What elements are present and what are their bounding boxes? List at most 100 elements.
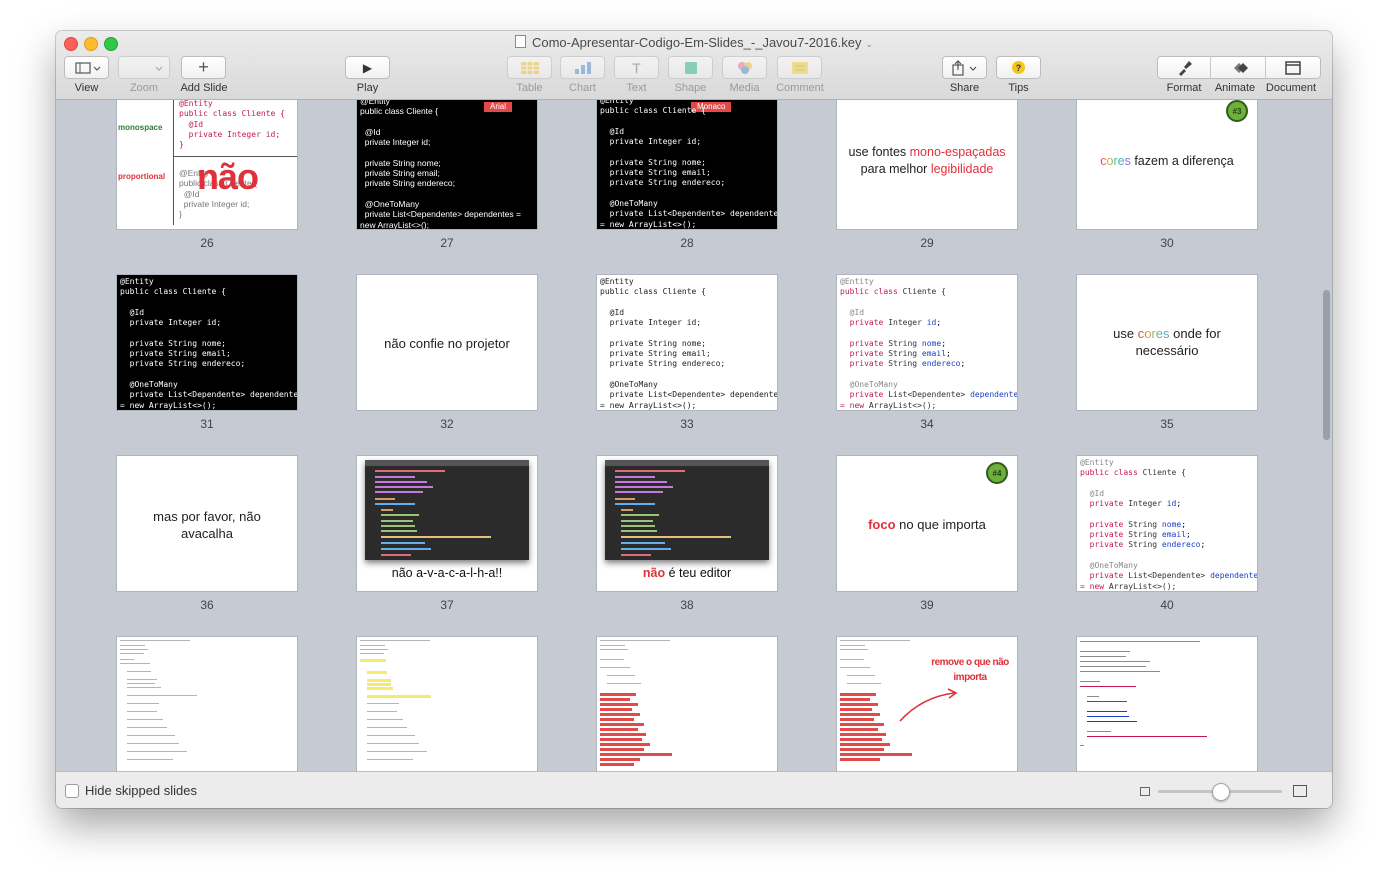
code-line (367, 751, 427, 752)
slide-code: @Entity public class Cliente { @Id priva… (840, 277, 1017, 410)
hide-skipped-checkbox[interactable] (65, 784, 79, 798)
highlighted-line (367, 683, 391, 686)
slide-thumbnail-44[interactable]: remove o que não importa (837, 637, 1017, 771)
window-title[interactable]: Como-Apresentar-Codigo-Em-Slides_-_Javou… (56, 35, 1332, 50)
code-line (621, 554, 651, 556)
slide-thumbnail-32[interactable]: não confie no projetor (357, 275, 537, 410)
code-line (621, 530, 657, 532)
shape-button[interactable] (668, 56, 713, 79)
code-line (615, 476, 655, 478)
slider-knob[interactable] (1212, 783, 1230, 801)
slide-thumbnail-39[interactable]: #4 foco no que importa (837, 456, 1017, 591)
editor-screenshot (605, 460, 769, 560)
share-icon (951, 59, 976, 76)
code-line (127, 683, 155, 684)
slide-thumbnail-34[interactable]: @Entity public class Cliente { @Id priva… (837, 275, 1017, 410)
slide-thumbnail-35[interactable]: use cores onde for necessário (1077, 275, 1257, 410)
code-line (381, 554, 411, 556)
code-line (127, 703, 159, 704)
scrollbar-thumb[interactable] (1323, 290, 1330, 440)
code-line (127, 671, 151, 672)
text-button[interactable]: T (614, 56, 659, 79)
large-thumbnail-icon (1293, 785, 1307, 797)
slide-thumbnail-43[interactable] (597, 637, 777, 771)
removed-line (840, 758, 880, 761)
code-line (367, 727, 407, 728)
document-button[interactable] (1275, 59, 1311, 76)
code-line (381, 509, 393, 511)
tips-button[interactable]: ? (996, 56, 1041, 79)
slide-thumbnail-31[interactable]: @Entity public class Cliente { @Id priva… (117, 275, 297, 410)
slide-thumbnail-36[interactable]: mas por favor, não avacalha (117, 456, 297, 591)
code-line (1080, 641, 1200, 642)
text-icon: T (632, 59, 641, 76)
table-button[interactable] (507, 56, 552, 79)
removed-line (600, 738, 642, 741)
light-table: monospace proportional @Entity public cl… (56, 100, 1318, 771)
code-line (600, 645, 625, 646)
add-slide-button[interactable]: + (181, 56, 226, 79)
slide-code: @Entity public class Cliente { @Id priva… (120, 277, 297, 410)
code-line (621, 548, 671, 550)
slide-number: 35 (1160, 417, 1174, 431)
slide-thumbnail-38[interactable]: não é teu editor (597, 456, 777, 591)
code-line (375, 476, 415, 478)
removed-line (600, 733, 646, 736)
slide-thumbnail-28[interactable]: Monaco @Entity public class Cliente { @I… (597, 100, 777, 229)
zoom-popup[interactable] (118, 56, 170, 79)
code-line (367, 759, 413, 760)
comment-button[interactable] (777, 56, 822, 79)
code-line (360, 640, 430, 641)
code-line (1080, 651, 1130, 652)
code-line (381, 520, 413, 522)
slide-thumbnail-27[interactable]: Arial @Entity public class Cliente { @Id… (357, 100, 537, 229)
code-line (600, 667, 630, 668)
code-line (367, 719, 403, 720)
slide-number: 40 (1160, 598, 1174, 612)
slide-thumbnail-42[interactable] (357, 637, 537, 771)
mono-code: @Entity public class Cliente { @Id priva… (179, 100, 285, 150)
slide-number: 32 (440, 417, 454, 431)
slide-caption: não a-v-a-c-a-l-h-a!! (391, 566, 503, 580)
chart-button[interactable] (560, 56, 605, 79)
code-line (120, 659, 134, 660)
code-line (375, 470, 445, 472)
view-label: View (74, 82, 99, 94)
share-button[interactable] (942, 56, 987, 79)
slide-thumbnail-45[interactable] (1077, 637, 1257, 771)
slide-thumbnail-41[interactable] (117, 637, 297, 771)
segment-divider (1265, 56, 1266, 79)
slide-thumbnail-26[interactable]: monospace proportional @Entity public cl… (117, 100, 297, 229)
code-line (127, 743, 179, 744)
code-line (847, 675, 875, 676)
code-line (375, 486, 433, 488)
code-line (127, 711, 157, 712)
slide-thumbnail-30[interactable]: #3 cores fazem a diferença (1077, 100, 1257, 229)
code-line (621, 514, 659, 516)
vertical-scrollbar[interactable] (1318, 100, 1332, 771)
code-line (615, 481, 667, 483)
slide-thumbnail-33[interactable]: @Entity public class Cliente { @Id priva… (597, 275, 777, 410)
code-line (120, 645, 145, 646)
slide-text: não confie no projetor (384, 336, 510, 351)
media-button[interactable] (722, 56, 767, 79)
keynote-document-icon (514, 35, 526, 48)
play-button[interactable]: ▶ (345, 56, 390, 79)
document-label: Document (1265, 82, 1317, 94)
code-line (1080, 681, 1100, 682)
view-button[interactable] (64, 56, 109, 79)
code-line (375, 481, 427, 483)
hide-skipped-label[interactable]: Hide skipped slides (85, 783, 197, 798)
removed-line (840, 733, 886, 736)
code-line (127, 751, 187, 752)
removed-line (840, 708, 872, 711)
slide-thumbnail-37[interactable]: não a-v-a-c-a-l-h-a!! (357, 456, 537, 591)
code-line (367, 743, 419, 744)
removed-line (840, 713, 880, 716)
animate-button[interactable] (1221, 59, 1257, 76)
slide-thumbnail-40[interactable]: @Entity public class Cliente { @Id priva… (1077, 456, 1257, 591)
slide-number: 28 (680, 236, 694, 250)
code-line (375, 503, 415, 505)
slide-thumbnail-29[interactable]: use fontes mono-espaçadas para melhor le… (837, 100, 1017, 229)
format-button[interactable] (1166, 59, 1202, 76)
